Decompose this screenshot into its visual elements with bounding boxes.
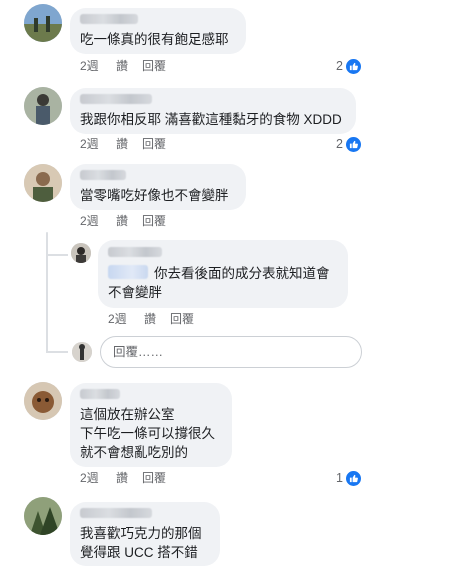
like-button[interactable]: 讚	[116, 470, 128, 486]
like-button[interactable]: 讚	[116, 58, 128, 74]
reply-button[interactable]: 回覆	[142, 213, 166, 229]
comment-time[interactable]: 2週	[80, 213, 99, 229]
comment-bubble: 我喜歡巧克力的那個 覺得跟 UCC 搭不錯	[70, 502, 220, 566]
comment-text: 我跟你相反耶 滿喜歡這種黏牙的食物 XDDD	[80, 112, 342, 127]
comment-time[interactable]: 2週	[80, 136, 99, 152]
commenter-avatar[interactable]	[24, 87, 62, 125]
comment-text: 我喜歡巧克力的那個 覺得跟 UCC 搭不錯	[80, 526, 202, 560]
commenter-avatar[interactable]	[24, 4, 62, 42]
comment-meta: 2週 讚 回覆	[80, 213, 200, 229]
reply-input[interactable]	[101, 337, 361, 367]
commenter-name[interactable]	[80, 14, 138, 24]
comment-time[interactable]: 2週	[80, 58, 99, 74]
comment-bubble: 吃一條真的很有飽足感耶	[70, 8, 246, 54]
comment-time[interactable]: 2週	[80, 470, 99, 486]
reaction-count[interactable]: 2	[336, 57, 361, 75]
comment-text: 這個放在辦公室 下午吃一條可以撐很久 就不會想亂吃別的	[80, 407, 215, 460]
comment-text: 吃一條真的很有飽足感耶	[80, 32, 229, 47]
like-button[interactable]: 讚	[116, 136, 128, 152]
comment-bubble: 當零嘴吃好像也不會變胖	[70, 164, 246, 210]
commenter-avatar[interactable]	[24, 382, 62, 420]
reply-text: 你去看後面的成分表就知道會 不會變胖	[108, 266, 330, 300]
reply-avatar[interactable]	[71, 243, 91, 263]
comment-meta: 2週 讚 回覆	[80, 470, 200, 486]
comment-meta: 2週 讚 回覆	[80, 58, 200, 74]
like-thumb-icon	[345, 136, 361, 152]
like-button[interactable]: 讚	[144, 311, 156, 327]
reply-button[interactable]: 回覆	[142, 136, 166, 152]
commenter-avatar[interactable]	[24, 164, 62, 202]
commenter-name[interactable]	[80, 94, 152, 104]
reply-input-box[interactable]	[100, 336, 362, 368]
commenter-name[interactable]	[80, 389, 120, 399]
like-button[interactable]: 讚	[116, 213, 128, 229]
reply-author-name[interactable]	[108, 247, 162, 257]
thread-connector	[46, 254, 68, 256]
reaction-count[interactable]: 1	[336, 469, 361, 487]
like-thumb-icon	[345, 470, 361, 486]
commenter-avatar[interactable]	[24, 497, 62, 535]
commenter-name[interactable]	[80, 508, 152, 518]
thread-line	[46, 232, 48, 352]
comment-bubble: 我跟你相反耶 滿喜歡這種黏牙的食物 XDDD	[70, 88, 356, 134]
comment-bubble: 這個放在辦公室 下午吃一條可以撐很久 就不會想亂吃別的	[70, 383, 232, 467]
comment-text: 當零嘴吃好像也不會變胖	[80, 188, 229, 203]
reply-button[interactable]: 回覆	[170, 311, 194, 327]
reply-meta: 2週 讚 回覆	[108, 311, 228, 327]
reply-button[interactable]: 回覆	[142, 470, 166, 486]
reaction-number: 2	[336, 137, 343, 151]
commenter-name[interactable]	[80, 170, 126, 180]
reaction-number: 2	[336, 59, 343, 73]
comment-meta: 2週 讚 回覆	[80, 136, 200, 152]
like-thumb-icon	[345, 58, 361, 74]
thread-connector	[46, 351, 68, 353]
current-user-avatar	[72, 342, 92, 362]
reply-button[interactable]: 回覆	[142, 58, 166, 74]
reaction-number: 1	[336, 471, 343, 485]
reply-time[interactable]: 2週	[108, 311, 127, 327]
reaction-count[interactable]: 2	[336, 135, 361, 153]
reply-bubble: 你去看後面的成分表就知道會 不會變胖	[98, 240, 348, 308]
